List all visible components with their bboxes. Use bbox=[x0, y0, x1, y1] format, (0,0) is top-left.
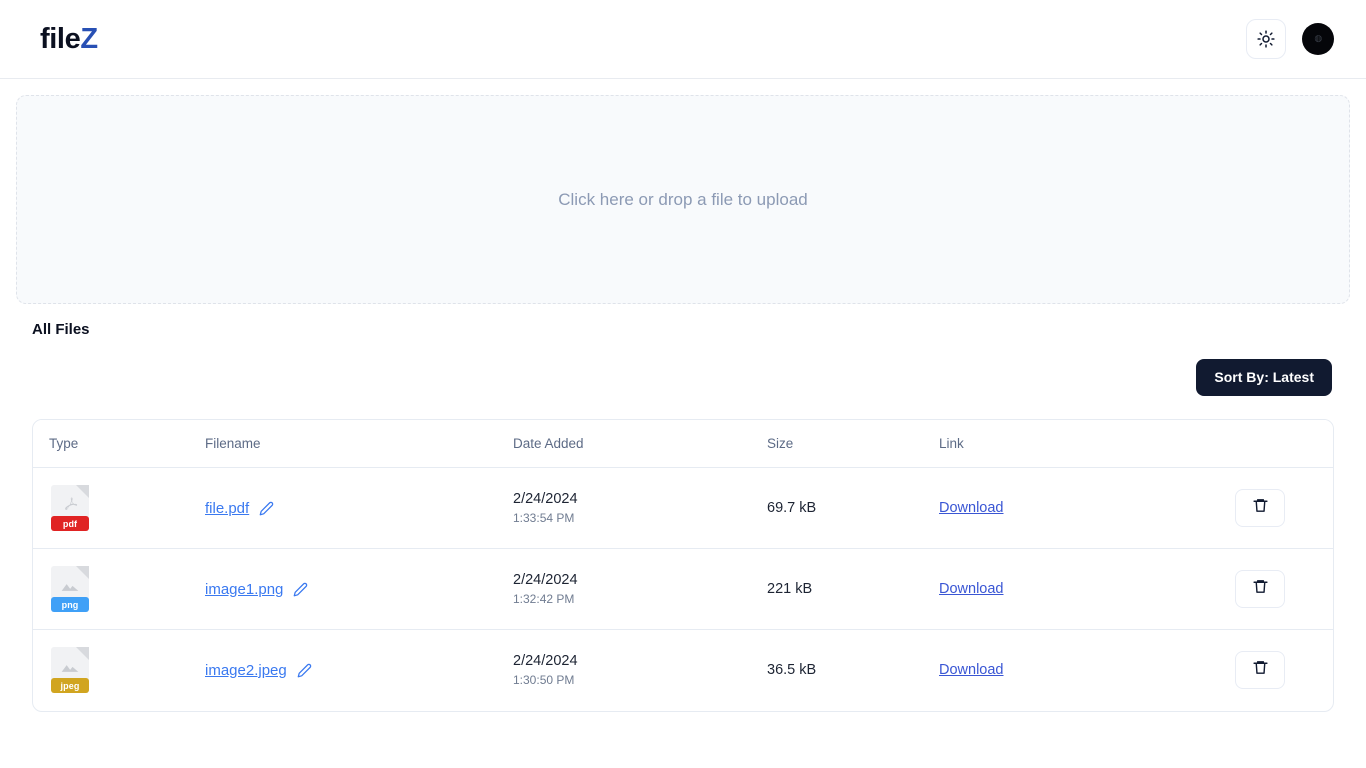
pencil-icon[interactable] bbox=[293, 582, 308, 597]
delete-file-button[interactable] bbox=[1235, 651, 1285, 690]
page-title: All Files bbox=[32, 321, 90, 338]
image-glyph-icon bbox=[51, 653, 89, 679]
file-name-link[interactable]: image1.png bbox=[205, 581, 283, 598]
download-link[interactable]: Download bbox=[939, 581, 1004, 597]
file-name-link[interactable]: file.pdf bbox=[205, 500, 249, 517]
cell-filename: image1.png bbox=[205, 548, 513, 630]
cell-filename: file.pdf bbox=[205, 467, 513, 549]
trash-icon bbox=[1252, 659, 1269, 681]
app-logo[interactable]: fileZ bbox=[40, 22, 98, 55]
column-header-actions bbox=[1165, 420, 1333, 468]
file-size-value: 69.7 kB bbox=[767, 500, 817, 516]
header-actions: ◍ bbox=[1246, 19, 1334, 59]
image-file-icon: png bbox=[51, 566, 89, 612]
cell-actions bbox=[1165, 548, 1333, 630]
pdf-glyph-icon bbox=[51, 491, 89, 517]
file-type-badge: png bbox=[51, 597, 89, 612]
cell-size: 36.5 kB bbox=[767, 630, 939, 711]
sort-by-button[interactable]: Sort By: Latest bbox=[1196, 359, 1332, 396]
image-file-icon: jpeg bbox=[51, 647, 89, 694]
column-header-type: Type bbox=[33, 420, 205, 468]
cell-actions bbox=[1165, 630, 1333, 711]
logo-primary-text: file bbox=[40, 22, 81, 55]
cell-link: Download bbox=[939, 548, 1165, 630]
files-table: Type Filename Date Added Size Link pdf f… bbox=[33, 420, 1333, 711]
time-added-value: 1:33:54 PM bbox=[513, 510, 575, 525]
file-type-badge: pdf bbox=[51, 516, 89, 531]
upload-dropzone[interactable]: Click here or drop a file to upload bbox=[16, 95, 1350, 304]
table-row: jpeg image2.jpeg 2/24/2024 1:30:50 PM 36… bbox=[33, 630, 1333, 711]
column-header-filename: Filename bbox=[205, 420, 513, 468]
cell-type: png bbox=[33, 548, 205, 630]
table-row: pdf file.pdf 2/24/2024 1:33:54 PM 69.7 k… bbox=[33, 467, 1333, 549]
time-added-value: 1:30:50 PM bbox=[513, 672, 575, 687]
column-header-link: Link bbox=[939, 420, 1165, 468]
files-table-head: Type Filename Date Added Size Link bbox=[33, 420, 1333, 468]
cell-date: 2/24/2024 1:32:42 PM bbox=[513, 548, 767, 630]
trash-icon bbox=[1252, 497, 1269, 519]
table-header-row: Type Filename Date Added Size Link bbox=[33, 420, 1333, 468]
date-added-value: 2/24/2024 bbox=[513, 572, 578, 589]
cell-size: 69.7 kB bbox=[767, 467, 939, 549]
delete-file-button[interactable] bbox=[1235, 489, 1285, 527]
file-size-value: 221 kB bbox=[767, 581, 813, 597]
pencil-icon[interactable] bbox=[297, 663, 312, 678]
sort-row: Sort By: Latest bbox=[0, 359, 1366, 396]
download-link[interactable]: Download bbox=[939, 500, 1004, 516]
app-header: fileZ ◍ bbox=[0, 0, 1366, 79]
cell-link: Download bbox=[939, 467, 1165, 549]
avatar[interactable]: ◍ bbox=[1302, 23, 1334, 55]
download-link[interactable]: Download bbox=[939, 662, 1004, 678]
files-table-body: pdf file.pdf 2/24/2024 1:33:54 PM 69.7 k… bbox=[33, 467, 1333, 711]
cell-date: 2/24/2024 1:33:54 PM bbox=[513, 467, 767, 549]
theme-toggle-button[interactable] bbox=[1246, 19, 1286, 59]
sun-icon bbox=[1257, 30, 1275, 48]
avatar-glyph-icon: ◍ bbox=[1314, 33, 1322, 44]
cell-size: 221 kB bbox=[767, 548, 939, 630]
cell-filename: image2.jpeg bbox=[205, 630, 513, 711]
pdf-file-icon: pdf bbox=[51, 485, 89, 531]
cell-link: Download bbox=[939, 630, 1165, 711]
image-glyph-icon bbox=[51, 572, 89, 598]
upload-prompt-text: Click here or drop a file to upload bbox=[558, 189, 808, 209]
table-row: png image1.png 2/24/2024 1:32:42 PM 221 … bbox=[33, 548, 1333, 630]
trash-icon bbox=[1252, 578, 1269, 600]
date-added-value: 2/24/2024 bbox=[513, 491, 578, 508]
cell-actions bbox=[1165, 467, 1333, 549]
cell-type: jpeg bbox=[33, 630, 205, 711]
pencil-icon[interactable] bbox=[259, 501, 274, 516]
cell-type: pdf bbox=[33, 467, 205, 549]
date-added-value: 2/24/2024 bbox=[513, 653, 578, 670]
time-added-value: 1:32:42 PM bbox=[513, 591, 575, 606]
delete-file-button[interactable] bbox=[1235, 570, 1285, 608]
logo-accent-text: Z bbox=[80, 22, 98, 55]
file-size-value: 36.5 kB bbox=[767, 662, 817, 679]
cell-date: 2/24/2024 1:30:50 PM bbox=[513, 630, 767, 711]
file-type-badge: jpeg bbox=[51, 678, 89, 694]
column-header-size: Size bbox=[767, 420, 939, 468]
column-header-date: Date Added bbox=[513, 420, 767, 468]
files-table-container: Type Filename Date Added Size Link pdf f… bbox=[32, 419, 1334, 712]
file-name-link[interactable]: image2.jpeg bbox=[205, 662, 287, 679]
